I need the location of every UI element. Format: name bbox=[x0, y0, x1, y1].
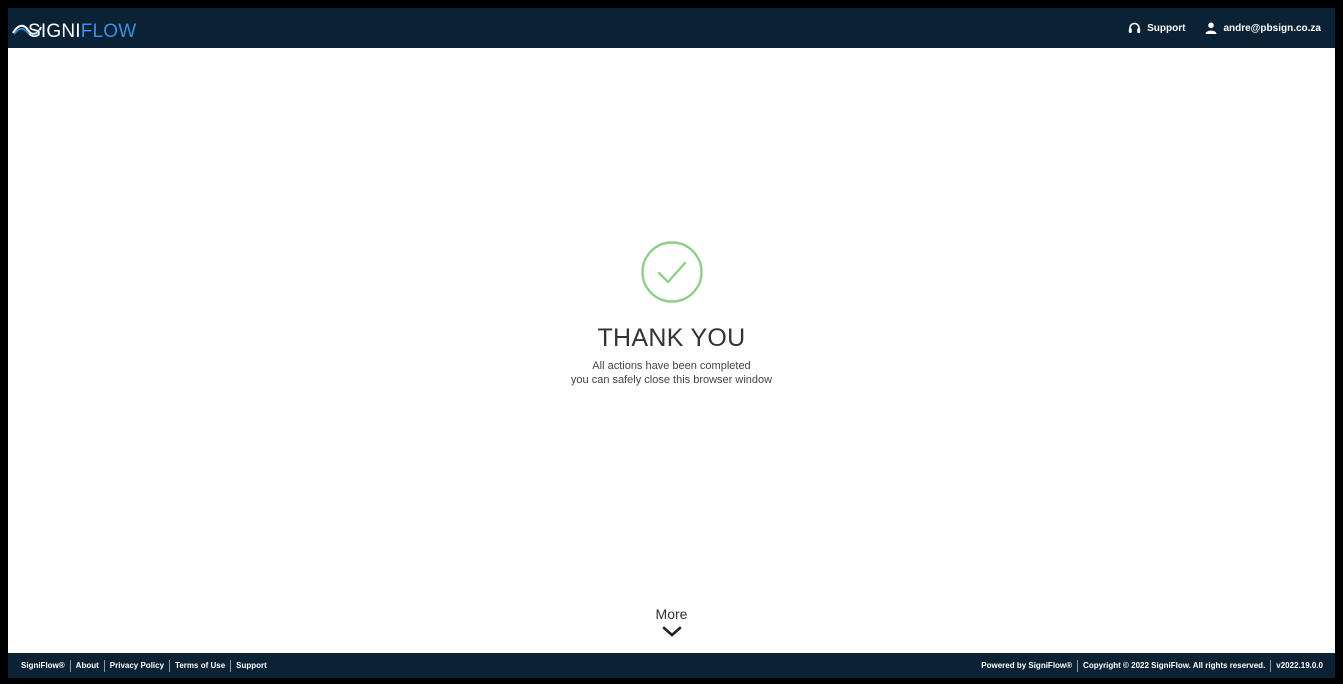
user-menu[interactable]: andre@pbsign.co.za bbox=[1205, 22, 1321, 34]
footer-link-terms-of-use[interactable]: Terms of Use bbox=[170, 660, 230, 672]
footer-info: Powered by SigniFlow® Copyright © 2022 S… bbox=[976, 659, 1335, 672]
signiflow-logo[interactable]: SIGNIFLOW bbox=[12, 16, 136, 42]
top-actions: Support andre@pbsign.co.za bbox=[1128, 8, 1321, 48]
message-line-2: you can safely close this browser window bbox=[570, 374, 773, 386]
chevron-down-icon bbox=[662, 626, 681, 637]
powered-by-link[interactable]: Powered by SigniFlow® bbox=[976, 660, 1077, 672]
footer-link-signiflow[interactable]: SigniFlow® bbox=[16, 660, 70, 672]
footer-link-about[interactable]: About bbox=[71, 660, 104, 672]
copyright-text: Copyright © 2022 SigniFlow. All rights r… bbox=[1083, 660, 1266, 670]
support-link[interactable]: Support bbox=[1128, 22, 1185, 34]
more-label: More bbox=[655, 606, 688, 622]
completion-message: All actions have been completed you can … bbox=[8, 359, 1335, 387]
user-email: andre@pbsign.co.za bbox=[1223, 22, 1321, 34]
app-window: SIGNIFLOW Support andre@pbsign.co.za THA… bbox=[8, 8, 1335, 678]
footer-links: SigniFlow® About Privacy Policy Terms of… bbox=[8, 659, 272, 672]
footer-link-privacy-policy[interactable]: Privacy Policy bbox=[105, 660, 169, 672]
logo-text: SIGNIFLOW bbox=[28, 21, 137, 42]
message-line-1: All actions have been completed bbox=[592, 360, 751, 372]
check-circle-icon bbox=[640, 241, 703, 303]
version-text: v2022.19.0.0 bbox=[1276, 660, 1323, 670]
main-content: THANK YOU All actions have been complete… bbox=[8, 48, 1335, 653]
page-title: THANK YOU bbox=[597, 324, 746, 352]
support-label: Support bbox=[1147, 22, 1186, 34]
user-icon bbox=[1205, 22, 1217, 34]
more-button[interactable]: More bbox=[8, 606, 1335, 638]
top-navbar: SIGNIFLOW Support andre@pbsign.co.za bbox=[8, 8, 1335, 48]
footer-link-support[interactable]: Support bbox=[231, 660, 272, 672]
headset-icon bbox=[1128, 22, 1141, 33]
success-panel: THANK YOU All actions have been complete… bbox=[8, 240, 1335, 387]
footer: SigniFlow® About Privacy Policy Terms of… bbox=[8, 653, 1335, 678]
